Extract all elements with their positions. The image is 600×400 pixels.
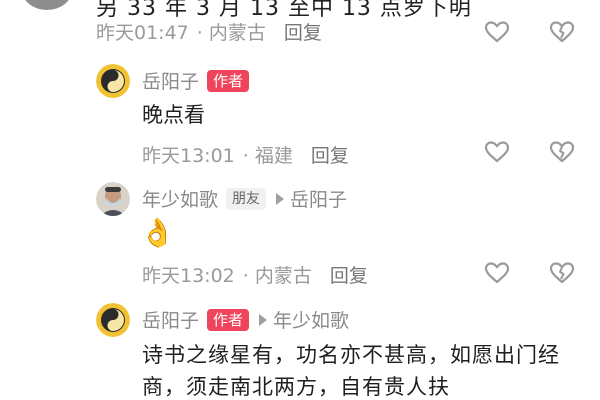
reply-button[interactable]: 回复 <box>311 141 349 168</box>
comment-meta: 昨天01:47 · 内蒙古 回复 <box>96 18 322 45</box>
comment-text: 晚点看 <box>142 103 205 127</box>
reply-button[interactable]: 回复 <box>284 18 322 45</box>
comment-text: 诗书之缘星有，功名亦不甚高，如愿出门经商，须走南北两方，自有贵人扶 <box>142 343 560 399</box>
bagua-avatar-icon[interactable] <box>96 64 130 98</box>
heart-outline-icon[interactable] <box>484 140 510 164</box>
broken-heart-icon[interactable] <box>549 20 575 44</box>
author-name[interactable]: 年少如歌 <box>142 185 218 212</box>
reply-to-name[interactable]: 岳阳子 <box>290 185 347 212</box>
heart-outline-icon[interactable] <box>484 261 510 285</box>
comment-time: 昨天13:01 <box>142 145 235 167</box>
comment-meta: 昨天13:01 · 福建 回复 <box>142 141 349 168</box>
reply-arrow-icon <box>276 192 285 205</box>
broken-heart-icon[interactable] <box>549 261 575 285</box>
avatar[interactable] <box>22 0 72 10</box>
author-name[interactable]: 岳阳子 <box>142 67 199 94</box>
comment-thread: 另 33 年 3 月 13 至中 13 点罗下明 昨天01:47 · 内蒙古 回… <box>0 0 600 400</box>
author-name[interactable]: 岳阳子 <box>142 306 199 333</box>
comment-location: · 福建 <box>242 145 293 167</box>
heart-outline-icon[interactable] <box>484 20 510 44</box>
comment-time: 昨天01:47 <box>96 22 189 44</box>
author-badge: 作者 <box>207 308 250 331</box>
comment-header: 年少如歌 朋友 岳阳子 <box>142 185 347 212</box>
comment-location: · 内蒙古 <box>242 265 312 287</box>
comment-time: 昨天13:02 <box>142 265 235 287</box>
bagua-avatar-icon[interactable] <box>96 303 130 337</box>
broken-heart-icon[interactable] <box>549 140 575 164</box>
person-mask-avatar-icon[interactable] <box>96 182 130 216</box>
reply-arrow-icon <box>259 313 268 326</box>
author-badge: 作者 <box>207 69 250 92</box>
comment-header: 岳阳子 作者 <box>142 67 250 94</box>
reply-to-name[interactable]: 年少如歌 <box>273 306 349 333</box>
friend-badge: 朋友 <box>226 187 267 210</box>
reply-button[interactable]: 回复 <box>330 261 368 288</box>
ok-hand-emoji: 👌 <box>140 216 175 249</box>
comment-location: · 内蒙古 <box>196 22 266 44</box>
comment-meta: 昨天13:02 · 内蒙古 回复 <box>142 261 368 288</box>
comment-header: 岳阳子 作者 年少如歌 <box>142 306 349 333</box>
